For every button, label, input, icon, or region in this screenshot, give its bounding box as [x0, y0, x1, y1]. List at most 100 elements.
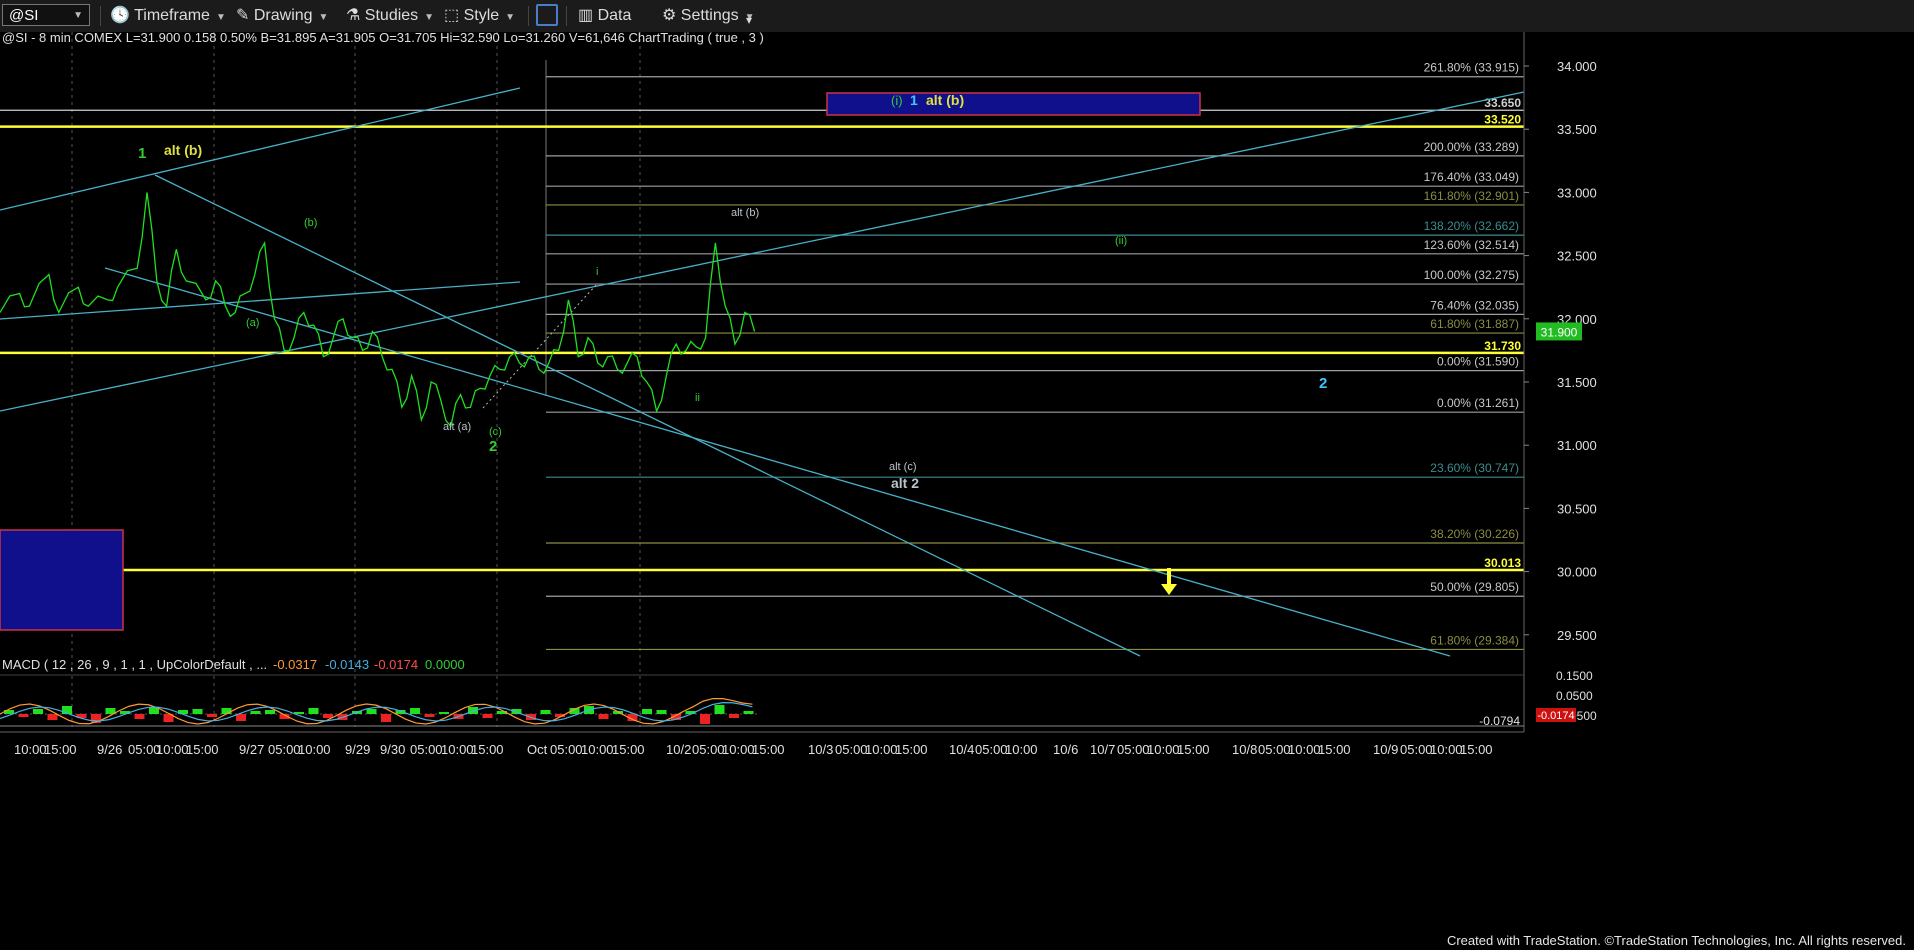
time-tick-label: 10:00	[722, 742, 755, 757]
target-box-lower	[0, 529, 124, 631]
time-tick-label: 9/30	[380, 742, 405, 757]
fib-label: 61.80% (31.887)	[1430, 317, 1519, 331]
last-price-text: 31.900	[1541, 325, 1578, 339]
fib-label: 50.00% (29.805)	[1430, 580, 1519, 594]
price-tick-label: 30.500	[1557, 501, 1597, 516]
symbol-text: @SI	[9, 7, 39, 24]
macd-histogram-bar	[18, 714, 29, 717]
price-tick-label: 34.000	[1557, 59, 1597, 74]
studies-button[interactable]: ⚗ Studies ▼	[346, 5, 434, 27]
macd-header: MACD ( 12 , 26 , 9 , 1 , 1 , UpColorDefa…	[2, 657, 465, 672]
symbol-quote-line: @SI - 8 min COMEX L=31.900 0.158 0.50% B…	[2, 32, 764, 45]
macd-value-2: -0.0143	[325, 657, 369, 672]
chevron-down-icon: ▼	[318, 12, 329, 23]
macd-histogram-bar	[47, 714, 58, 720]
settings-label: Settings	[680, 7, 739, 24]
wave-label: i	[596, 266, 598, 278]
time-tick-label: 10:00	[14, 742, 47, 757]
copyright-text: Created with TradeStation. ©TradeStation…	[1446, 933, 1906, 948]
macd-histogram-bar	[381, 714, 391, 722]
level-label: 30.013	[1484, 556, 1521, 570]
price-tick-label: 29.500	[1557, 628, 1597, 643]
footer: Created with TradeStation. ©TradeStation…	[0, 932, 1914, 950]
time-tick-label: 10/4	[949, 742, 974, 757]
time-tick-label: 9/27	[239, 742, 264, 757]
time-tick-label: 9/29	[345, 742, 370, 757]
fib-label: 0.00% (31.261)	[1437, 396, 1519, 410]
wave-label: 2	[489, 438, 497, 455]
wave-label: alt (a)	[443, 421, 471, 433]
macd-tick-label: 0.1500	[1556, 669, 1593, 683]
time-tick-label: 10:00	[1430, 742, 1463, 757]
box-label-i: (i)	[891, 93, 903, 108]
price-tick-label: 32.500	[1557, 249, 1597, 264]
time-tick-label: 05:00	[268, 742, 301, 757]
fib-label: 23.60% (30.747)	[1430, 461, 1519, 475]
price-tick-label: 31.500	[1557, 375, 1597, 390]
time-tick-label: 10/7	[1090, 742, 1115, 757]
time-tick-label: 10:00	[1005, 742, 1038, 757]
time-tick-label: 10:00	[298, 742, 331, 757]
style-button[interactable]: ⬚ Style ▼	[444, 5, 515, 27]
macd-value-3: -0.0174	[374, 657, 418, 672]
macd-histogram-bar	[642, 709, 652, 714]
bar-chart-icon: ▥	[578, 7, 594, 24]
toolbar-divider	[566, 6, 567, 26]
style-label: Style	[463, 7, 500, 24]
timeframe-button[interactable]: 🕓 Timeframe ▼	[110, 5, 226, 27]
time-tick-label: 10:00	[1147, 742, 1180, 757]
macd-histogram-bar	[250, 711, 261, 714]
macd-value-1: -0.0317	[273, 657, 317, 672]
fib-label: 38.20% (30.226)	[1430, 527, 1519, 541]
macd-histogram-bar	[33, 709, 43, 714]
data-label: Data	[597, 7, 632, 24]
time-tick-label: 05:00	[1258, 742, 1291, 757]
time-tick-label: 15:00	[895, 742, 928, 757]
macd-histogram-bar	[410, 708, 420, 714]
macd-histogram-bar	[714, 705, 725, 714]
macd-histogram-bar	[729, 714, 739, 718]
studies-label: Studies	[364, 7, 419, 24]
layout-icon[interactable]	[536, 4, 558, 26]
time-tick-label: 05:00	[692, 742, 725, 757]
wave-label: (a)	[246, 317, 259, 329]
macd-histogram-bar	[221, 708, 232, 714]
time-tick-label: 05:00	[410, 742, 443, 757]
toolbar-divider	[528, 6, 529, 26]
settings-button[interactable]: ⚙ Settings ▼	[662, 5, 755, 27]
box-label-1: 1	[910, 92, 918, 108]
price-tick-label: 30.000	[1557, 565, 1597, 580]
symbol-selector[interactable]: @SI ▼	[2, 4, 90, 26]
time-tick-label: 05:00	[1400, 742, 1433, 757]
wave-label: alt (c)	[889, 461, 917, 473]
wave-label: 1	[138, 145, 146, 162]
time-tick-label: 10/6	[1053, 742, 1078, 757]
time-tick-label: 15:00	[186, 742, 219, 757]
time-tick-label: 10:00	[865, 742, 898, 757]
fib-label: 123.60% (32.514)	[1424, 238, 1519, 252]
time-tick-label: 05:00	[1117, 742, 1150, 757]
time-tick-label: 10:00	[156, 742, 189, 757]
price-chart[interactable]: 261.80% (33.915)200.00% (33.289)176.40% …	[0, 32, 1914, 932]
macd-histogram-bar	[656, 710, 667, 714]
drawing-button[interactable]: ✎ Drawing ▼	[236, 5, 328, 27]
overflow-caret[interactable]: ▾	[746, 9, 752, 31]
fib-label: 261.80% (33.915)	[1424, 61, 1519, 75]
time-tick-label: 10/2	[666, 742, 691, 757]
fib-label: 176.40% (33.049)	[1424, 170, 1519, 184]
time-tick-label: 15:00	[752, 742, 785, 757]
fib-label: 76.40% (32.035)	[1430, 298, 1519, 312]
time-tick-label: 10:00	[1288, 742, 1321, 757]
macd-label: MACD ( 12 , 26 , 9 , 1 , 1 , UpColorDefa…	[2, 657, 267, 672]
level-label: 33.520	[1484, 113, 1521, 127]
time-tick-label: 15:00	[1318, 742, 1351, 757]
price-tick-label: 33.500	[1557, 122, 1597, 137]
timeframe-label: Timeframe	[134, 7, 210, 24]
data-button[interactable]: ▥ Data	[578, 5, 631, 27]
wave-label: (c)	[489, 426, 502, 438]
time-tick-label: 15:00	[1460, 742, 1493, 757]
macd-histogram-bar	[366, 709, 377, 714]
toolbar-divider	[100, 6, 101, 26]
macd-histogram-bar	[482, 714, 493, 718]
toolbar: @SI ▼ 🕓 Timeframe ▼ ✎ Drawing ▼ ⚗ Studies ▼ …	[0, 0, 1914, 33]
